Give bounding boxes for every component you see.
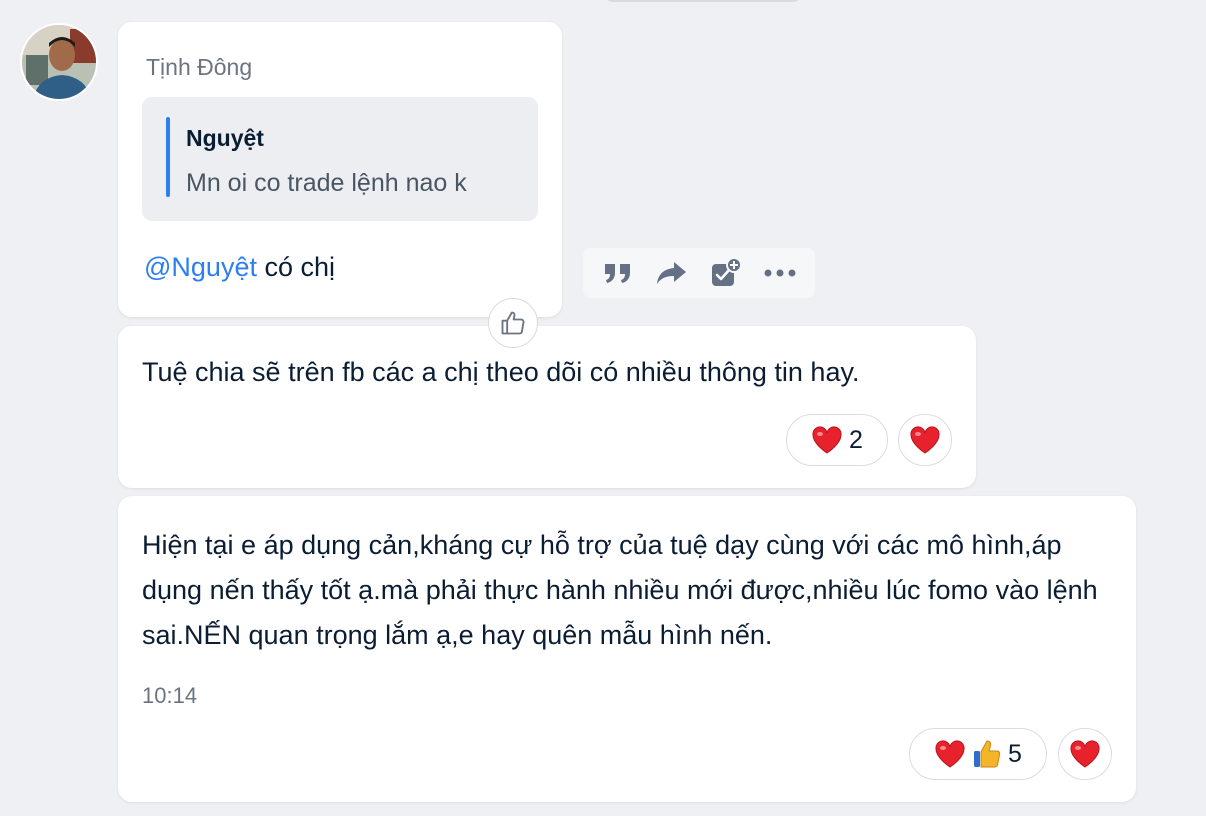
like-button[interactable] — [488, 298, 538, 348]
forward-icon — [657, 262, 686, 284]
heart-react-button[interactable] — [1058, 728, 1112, 780]
add-task-button[interactable] — [706, 253, 746, 293]
add-task-icon — [712, 257, 742, 286]
reaction-summary[interactable]: 2 — [786, 414, 888, 466]
scroll-indicator — [605, 0, 801, 2]
more-icon — [764, 269, 796, 277]
message-bubble[interactable]: Tuệ chia sẽ trên fb các a chị theo dõi c… — [118, 326, 976, 488]
mention-link[interactable]: @Nguyệt — [144, 252, 257, 282]
quote-button[interactable] — [598, 253, 638, 293]
more-button[interactable] — [760, 253, 800, 293]
message-body: có chị — [256, 252, 336, 282]
quote-text: Mn oi co trade lệnh nao k — [186, 169, 467, 197]
sender-name: Tịnh Đông — [146, 54, 253, 80]
avatar[interactable] — [20, 23, 98, 101]
heart-icon — [812, 426, 842, 454]
chat-view: Tịnh Đông Nguyệt Mn oi co trade lệnh nao… — [0, 0, 1206, 816]
message-text: @Nguyệt có chị — [144, 252, 335, 283]
thumbs-up-icon — [974, 740, 1001, 768]
quoted-message[interactable]: Nguyệt Mn oi co trade lệnh nao k — [142, 97, 538, 221]
message-text: Hiện tại e áp dụng cản,kháng cự hỗ trợ c… — [142, 530, 1098, 650]
heart-icon — [910, 426, 940, 454]
forward-button[interactable] — [652, 253, 692, 293]
quote-bar — [166, 117, 170, 197]
thumbs-up-icon — [501, 311, 525, 335]
reaction-count: 5 — [1008, 739, 1022, 768]
message-toolbar — [583, 248, 815, 298]
message-time: 10:14 — [142, 683, 198, 708]
message-text: Tuệ chia sẽ trên fb các a chị theo dõi c… — [142, 357, 860, 387]
quote-author: Nguyệt — [186, 125, 264, 151]
message-bubble[interactable]: Tịnh Đông Nguyệt Mn oi co trade lệnh nao… — [118, 22, 562, 317]
heart-icon — [1070, 740, 1100, 768]
heart-react-button[interactable] — [898, 414, 952, 466]
reaction-summary[interactable]: 5 — [909, 728, 1047, 780]
heart-icon — [935, 740, 965, 768]
quote-icon — [605, 264, 630, 283]
reaction-count: 2 — [849, 425, 863, 454]
message-bubble[interactable]: Hiện tại e áp dụng cản,kháng cự hỗ trợ c… — [118, 496, 1136, 802]
